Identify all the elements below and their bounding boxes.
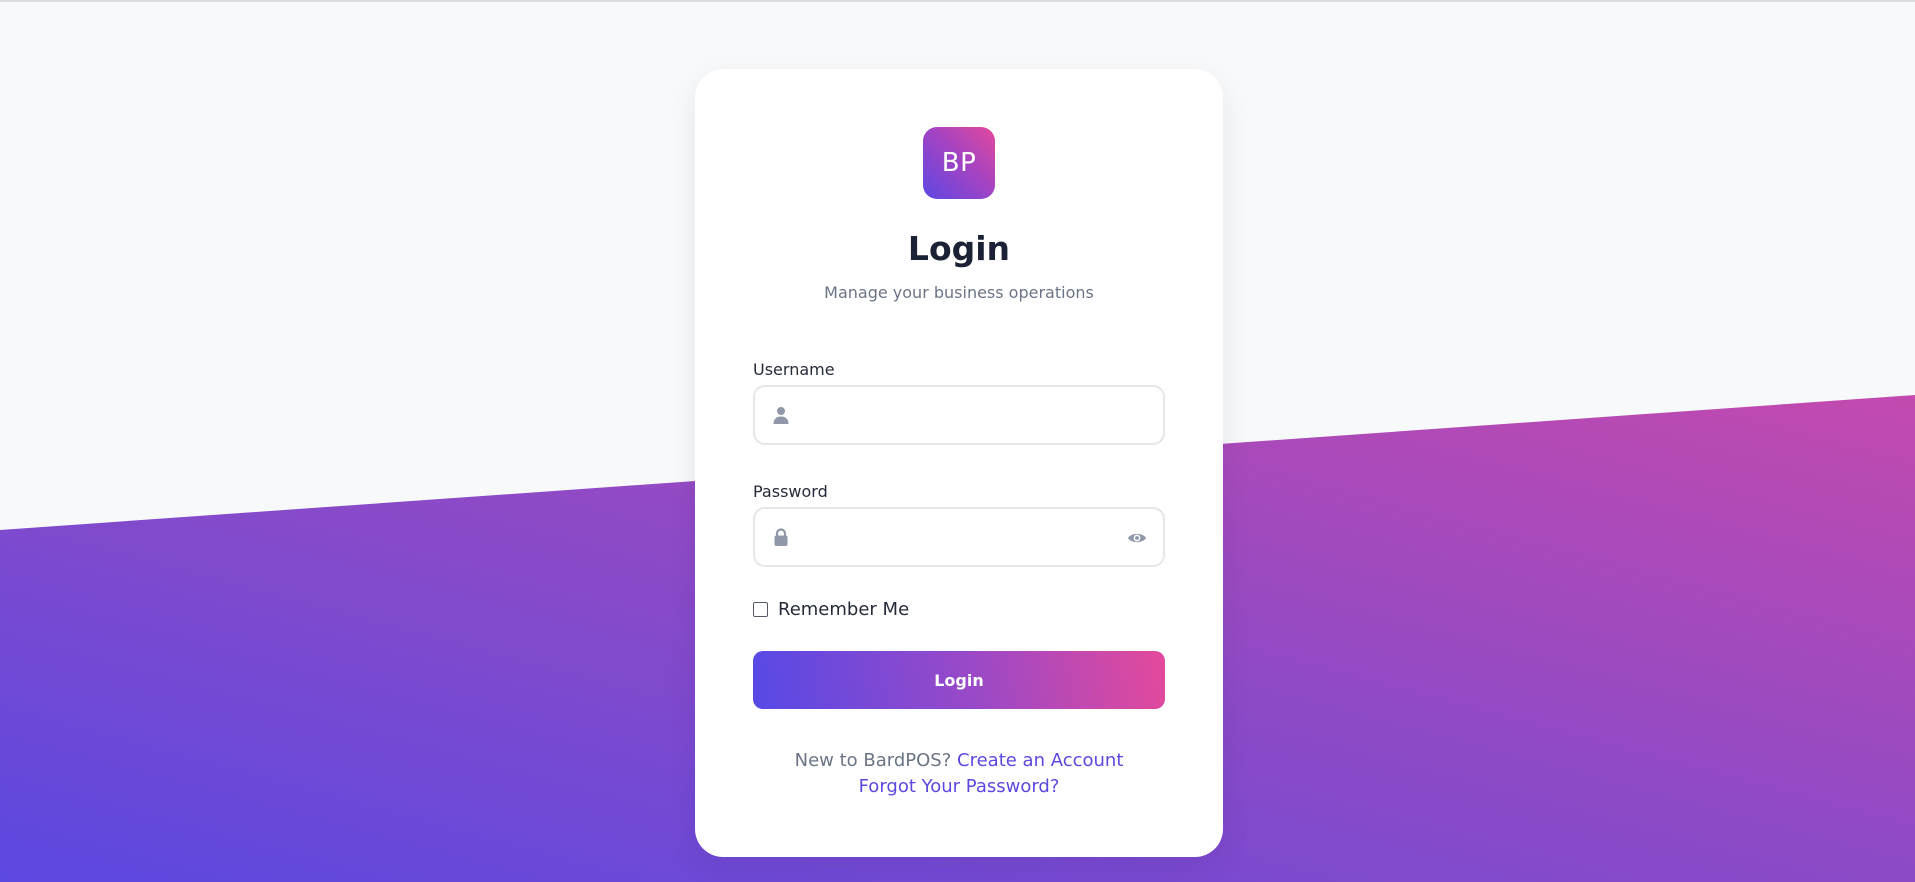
- brand-logo: BP: [923, 127, 995, 199]
- create-account-link[interactable]: Create an Account: [957, 750, 1123, 771]
- username-label: Username: [753, 360, 835, 379]
- forgot-password-link[interactable]: Forgot Your Password?: [859, 776, 1060, 797]
- eye-icon[interactable]: [1127, 529, 1147, 547]
- remember-me-checkbox[interactable]: [753, 601, 768, 617]
- lock-icon: [774, 528, 788, 546]
- password-label: Password: [753, 482, 828, 501]
- page-title: Login: [907, 229, 1011, 268]
- user-icon: [773, 407, 789, 424]
- top-border: [0, 0, 1915, 2]
- login-button[interactable]: Login: [753, 651, 1165, 709]
- forgot-password-row: Forgot Your Password?: [695, 776, 1223, 797]
- remember-me-label: Remember Me: [778, 598, 910, 620]
- login-card: BP Login Manage your business operations…: [695, 69, 1223, 857]
- brand-logo-text: BP: [941, 148, 977, 178]
- password-input[interactable]: [805, 509, 1129, 567]
- signup-prompt-text: New to BardPOS?: [794, 750, 952, 771]
- username-field-wrapper: [753, 385, 1165, 445]
- signup-prompt-row: New to BardPOS? Create an Account: [695, 750, 1223, 771]
- password-field-wrapper: [753, 507, 1165, 567]
- username-input[interactable]: [805, 387, 1129, 445]
- page-subtitle: Manage your business operations: [824, 283, 1094, 302]
- remember-me-row[interactable]: Remember Me: [753, 598, 909, 620]
